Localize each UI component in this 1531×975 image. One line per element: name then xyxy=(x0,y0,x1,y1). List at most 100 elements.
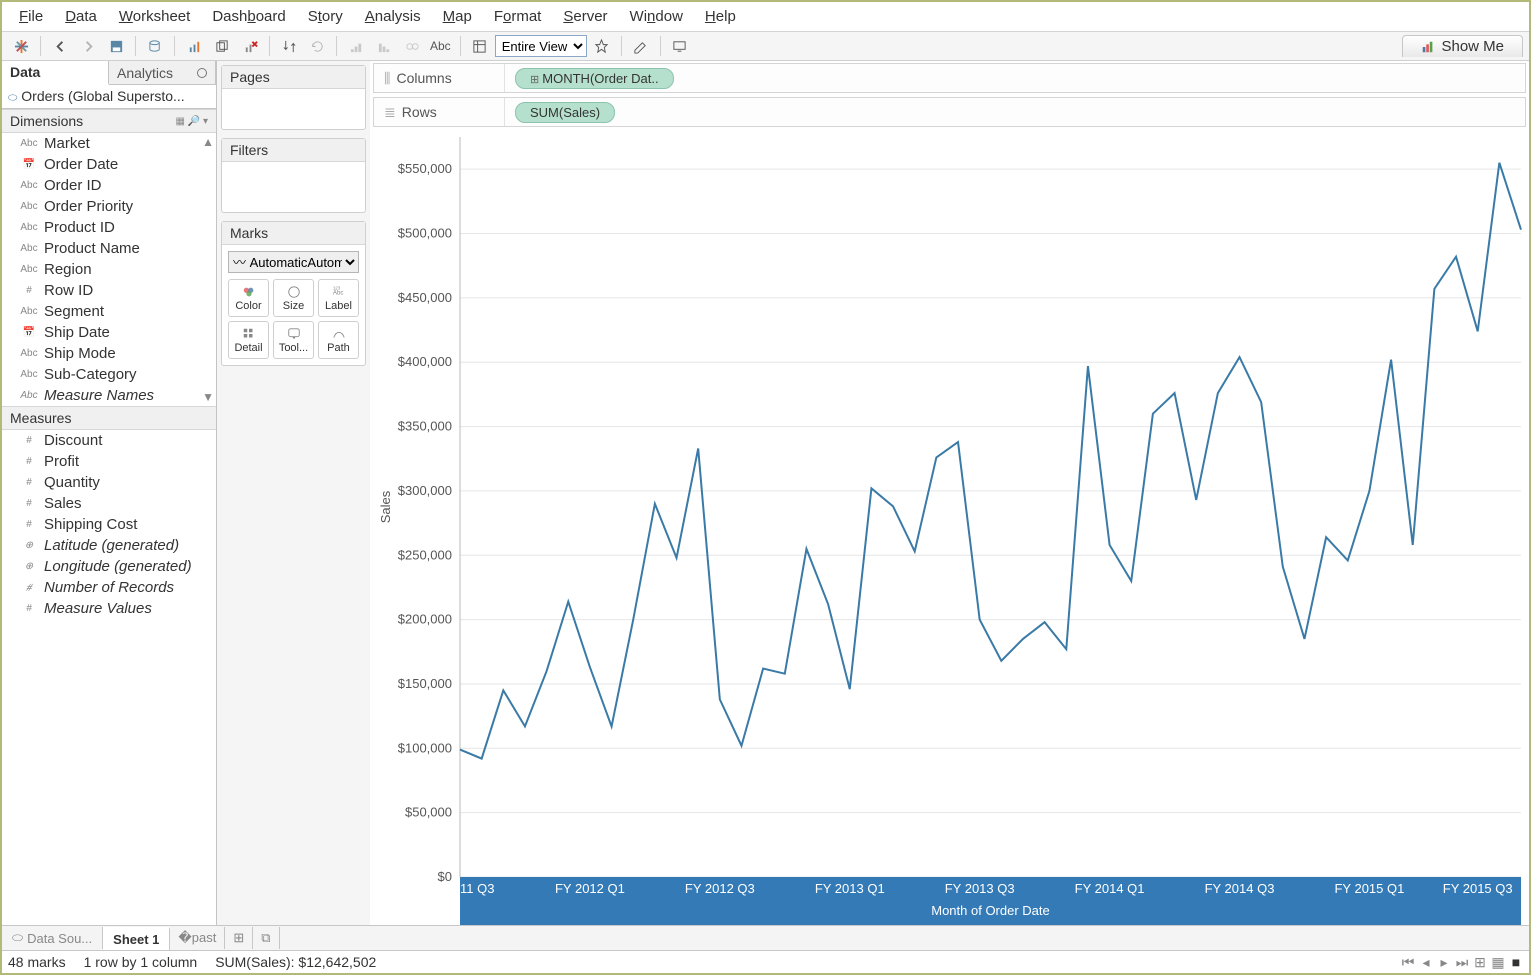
menu-story[interactable]: Story xyxy=(297,5,354,28)
pin-icon[interactable] xyxy=(589,35,615,57)
menu-analysis[interactable]: Analysis xyxy=(354,5,432,28)
menu-format[interactable]: Format xyxy=(483,5,553,28)
dimension-field-ship-mode[interactable]: AbcShip Mode xyxy=(2,343,216,364)
refresh-icon[interactable] xyxy=(304,35,330,57)
menu-dashboard[interactable]: Dashboard xyxy=(201,5,296,28)
view-full-icon[interactable]: ■ xyxy=(1509,954,1523,971)
menu-map[interactable]: Map xyxy=(432,5,483,28)
dimensions-menu-icon[interactable]: ▦ 🔎 ▾ xyxy=(176,116,208,127)
save-icon[interactable] xyxy=(103,35,129,57)
svg-text:FY 2014 Q1: FY 2014 Q1 xyxy=(1075,881,1145,896)
rows-shelf[interactable]: ≣Rows SUM(Sales) xyxy=(373,97,1526,127)
measure-field-number-of-records[interactable]: ⧣Number of Records xyxy=(2,577,216,598)
filters-card[interactable]: Filters xyxy=(221,138,366,213)
svg-text:FY 2013 Q1: FY 2013 Q1 xyxy=(815,881,885,896)
sheet1-tab[interactable]: Sheet 1 xyxy=(103,927,170,950)
presentation-icon[interactable] xyxy=(667,35,693,57)
svg-text:$350,000: $350,000 xyxy=(398,419,452,434)
new-dashboard-tab[interactable]: ⊞ xyxy=(225,927,253,949)
dimension-field-market[interactable]: AbcMarket xyxy=(2,133,216,154)
svg-text:FY 2012 Q1: FY 2012 Q1 xyxy=(555,881,625,896)
dimension-field-product-id[interactable]: AbcProduct ID xyxy=(2,217,216,238)
menu-window[interactable]: Window xyxy=(619,5,694,28)
mark-tool-button[interactable]: Tool... xyxy=(273,321,314,359)
mark-size-button[interactable]: Size xyxy=(273,279,314,317)
nav-last-icon[interactable]: ⏭ xyxy=(1455,954,1469,971)
measure-field-profit[interactable]: #Profit xyxy=(2,451,216,472)
measure-field-quantity[interactable]: #Quantity xyxy=(2,472,216,493)
group-icon[interactable] xyxy=(399,35,425,57)
new-datasource-icon[interactable] xyxy=(142,35,168,57)
abc-icon: Abc xyxy=(20,201,38,212)
mark-type-select[interactable]: 〰 AutomaticAutomatic xyxy=(228,251,359,273)
svg-text:$300,000: $300,000 xyxy=(398,483,452,498)
sort-desc-icon[interactable] xyxy=(371,35,397,57)
view-tabs-icon[interactable]: ⊞ xyxy=(1473,954,1487,971)
scroll-up-icon[interactable]: ▲ xyxy=(202,135,214,149)
measure-field-longitude-generated-[interactable]: ⊕Longitude (generated) xyxy=(2,556,216,577)
dimension-field-order-date[interactable]: 📅Order Date xyxy=(2,154,216,175)
dimension-field-segment[interactable]: AbcSegment xyxy=(2,301,216,322)
measure-field-measure-values[interactable]: #Measure Values xyxy=(2,598,216,619)
mark-detail-button[interactable]: Detail xyxy=(228,321,269,359)
columns-shelf[interactable]: ⫼Columns MONTH(Order Dat.. xyxy=(373,63,1526,93)
dimension-field-measure-names[interactable]: AbcMeasure Names xyxy=(2,385,216,406)
nav-prev-icon[interactable]: ◂ xyxy=(1419,954,1433,971)
svg-text:Month of Order Date: Month of Order Date xyxy=(931,903,1050,918)
menu-help[interactable]: Help xyxy=(694,5,747,28)
dimension-field-ship-date[interactable]: 📅Ship Date xyxy=(2,322,216,343)
svg-text:FY 2014 Q3: FY 2014 Q3 xyxy=(1205,881,1275,896)
measure-field-latitude-generated-[interactable]: ⊕Latitude (generated) xyxy=(2,535,216,556)
view-mode-select[interactable]: Entire View xyxy=(495,35,587,57)
menu-server[interactable]: Server xyxy=(552,5,618,28)
menu-data[interactable]: Data xyxy=(54,5,108,28)
dimension-field-region[interactable]: AbcRegion xyxy=(2,259,216,280)
duplicate-sheet-icon[interactable] xyxy=(209,35,235,57)
new-worksheet-tab[interactable]: �past xyxy=(170,927,225,949)
dimension-field-order-id[interactable]: AbcOrder ID xyxy=(2,175,216,196)
show-labels-icon[interactable]: Abc xyxy=(427,35,454,57)
menu-file[interactable]: File xyxy=(8,5,54,28)
measure-field-sales[interactable]: #Sales xyxy=(2,493,216,514)
logo-icon[interactable] xyxy=(8,35,34,57)
pages-card[interactable]: Pages xyxy=(221,65,366,130)
show-me-button[interactable]: Show Me xyxy=(1402,35,1523,57)
analytics-tab[interactable]: Analytics xyxy=(109,61,216,84)
datasource-name[interactable]: ⬭ Orders (Global Supersto... xyxy=(2,85,216,109)
mark-path-button[interactable]: Path xyxy=(318,321,359,359)
data-tab[interactable]: Data xyxy=(2,61,109,85)
rows-pill[interactable]: SUM(Sales) xyxy=(515,102,615,123)
dimension-field-row-id[interactable]: #Row ID xyxy=(2,280,216,301)
svg-text:FY 2012 Q3: FY 2012 Q3 xyxy=(685,881,755,896)
showme-icon xyxy=(1421,40,1435,54)
highlight-icon[interactable] xyxy=(628,35,654,57)
mark-color-button[interactable]: Color xyxy=(228,279,269,317)
marks-title: Marks xyxy=(222,222,365,245)
totals-icon[interactable] xyxy=(467,35,493,57)
mark-label-button[interactable]: Abc123Label xyxy=(318,279,359,317)
dimension-field-product-name[interactable]: AbcProduct Name xyxy=(2,238,216,259)
status-bar: 48 marks 1 row by 1 column SUM(Sales): $… xyxy=(2,950,1529,973)
svg-text:$500,000: $500,000 xyxy=(398,226,452,241)
nav-first-icon[interactable]: ⏮ xyxy=(1401,954,1415,971)
measure-field-shipping-cost[interactable]: #Shipping Cost xyxy=(2,514,216,535)
nav-next-icon[interactable]: ▸ xyxy=(1437,954,1451,971)
sort-asc-icon[interactable] xyxy=(343,35,369,57)
forward-icon[interactable] xyxy=(75,35,101,57)
new-story-tab[interactable]: ⧉ xyxy=(253,927,279,949)
view-filmstrip-icon[interactable]: ▦ xyxy=(1491,954,1505,971)
columns-pill[interactable]: MONTH(Order Dat.. xyxy=(515,68,674,89)
line-chart[interactable]: $0$50,000$100,000$150,000$200,000$250,00… xyxy=(370,129,1529,925)
clear-sheet-icon[interactable] xyxy=(237,35,263,57)
datasource-tab[interactable]: ⬭Data Sou... xyxy=(2,927,103,949)
back-icon[interactable] xyxy=(47,35,73,57)
measure-field-discount[interactable]: #Discount xyxy=(2,430,216,451)
menu-worksheet[interactable]: Worksheet xyxy=(108,5,201,28)
swap-icon[interactable] xyxy=(276,35,302,57)
new-worksheet-icon[interactable] xyxy=(181,35,207,57)
dimension-field-sub-category[interactable]: AbcSub-Category xyxy=(2,364,216,385)
scroll-down-icon[interactable]: ▼ xyxy=(202,390,214,404)
hash-icon: # xyxy=(20,285,38,296)
dimension-field-order-priority[interactable]: AbcOrder Priority xyxy=(2,196,216,217)
svg-text:Abc: Abc xyxy=(332,289,343,296)
